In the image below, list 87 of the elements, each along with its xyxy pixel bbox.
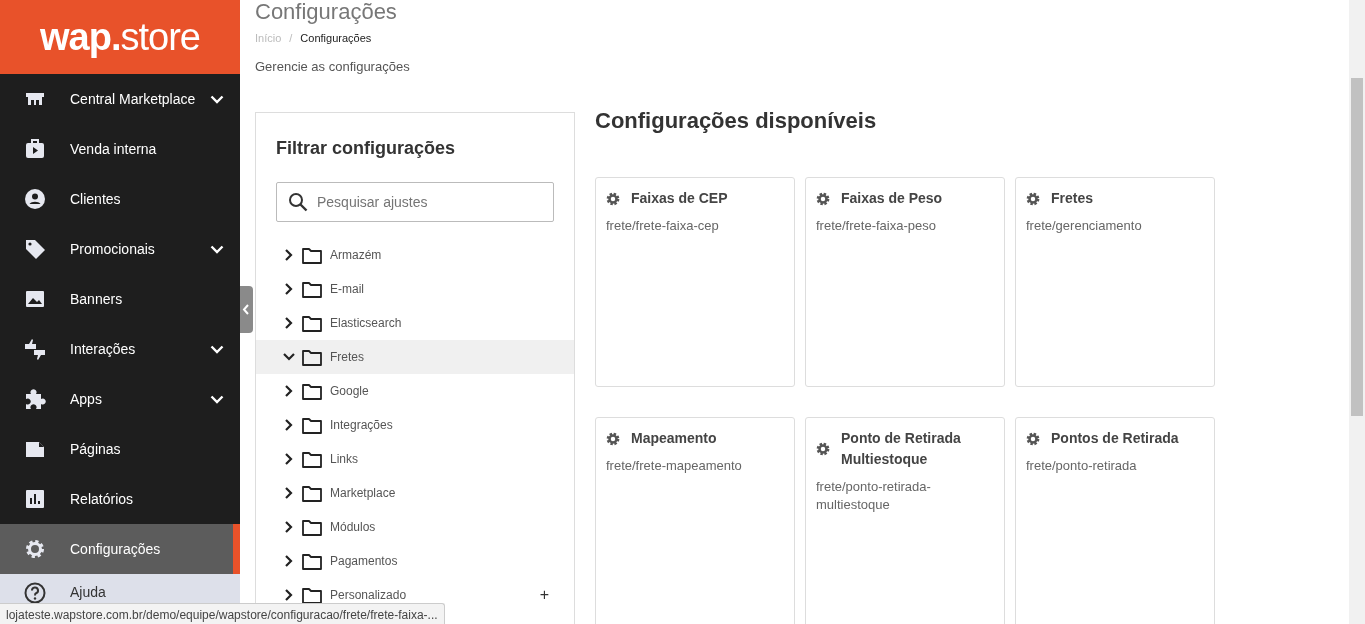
gear-icon <box>606 431 620 446</box>
folder-icon <box>302 348 322 366</box>
chevron-right-icon <box>285 521 293 533</box>
tag-icon <box>24 238 46 260</box>
sidebar-item[interactable]: Promocionais <box>0 224 240 274</box>
tree-item[interactable]: Pagamentos <box>256 544 574 578</box>
sidebar-item[interactable]: Configurações <box>0 524 240 574</box>
tree-item[interactable]: Fretes <box>256 340 574 374</box>
config-card[interactable]: Mapeamento frete/frete-mapeamento <box>595 417 795 624</box>
breadcrumb-separator: / <box>289 31 293 46</box>
tree-item[interactable]: Elasticsearch <box>256 306 574 340</box>
sidebar-item[interactable]: Apps <box>0 374 240 424</box>
breadcrumb-current: Configurações <box>300 31 372 46</box>
folder-icon <box>302 382 322 400</box>
chevron-right-icon <box>285 487 293 499</box>
add-button[interactable]: + <box>539 583 549 607</box>
sidebar-item[interactable]: Clientes <box>0 174 240 224</box>
chart-icon <box>24 488 46 510</box>
config-card[interactable]: Faixas de CEP frete/frete-faixa-cep <box>595 177 795 387</box>
chevron-right-icon <box>285 283 293 295</box>
logo: wap.store <box>40 14 200 60</box>
card-path: frete/frete-mapeamento <box>606 457 743 475</box>
gear-icon <box>816 191 830 206</box>
sidebar-item[interactable]: Central Marketplace <box>0 74 240 124</box>
thumbs-icon <box>24 338 46 360</box>
chevron-right-icon <box>285 555 293 567</box>
url-status-tooltip: lojateste.wapstore.com.br/demo/equipe/wapstore/configuracao/frete/frete-faixa-... <box>0 603 445 624</box>
chevron-down-icon <box>283 353 295 361</box>
page-subtitle: Gerencie as configurações <box>255 57 411 76</box>
gear-icon <box>1026 431 1040 446</box>
card-title: Faixas de CEP <box>631 189 728 208</box>
puzzle-icon <box>24 388 46 410</box>
card-title: Faixas de Peso <box>841 189 943 208</box>
chevron-right-icon <box>285 249 293 261</box>
tree-item[interactable]: Integrações <box>256 408 574 442</box>
tree-item[interactable]: E-mail <box>256 272 574 306</box>
folder-icon <box>302 416 322 434</box>
config-card[interactable]: Faixas de Peso frete/frete-faixa-peso <box>805 177 1005 387</box>
tree-item[interactable]: Marketplace <box>256 476 574 510</box>
folder-icon <box>302 450 322 468</box>
folder-icon <box>302 586 322 604</box>
folder-icon <box>302 246 322 264</box>
chevron-right-icon <box>285 419 293 431</box>
help-icon <box>24 582 46 604</box>
card-title: Fretes <box>1051 189 1094 208</box>
briefcase-play-icon <box>24 138 46 160</box>
chevron-right-icon <box>285 385 293 397</box>
card-path: frete/ponto-retirada <box>1026 457 1138 475</box>
config-card[interactable]: Fretes frete/gerenciamento <box>1015 177 1215 387</box>
gear-icon <box>1026 191 1040 206</box>
tree-item[interactable]: Google <box>256 374 574 408</box>
sidebar-item[interactable]: Banners <box>0 274 240 324</box>
folder-icon <box>302 518 322 536</box>
card-title: Mapeamento <box>631 429 717 448</box>
sidebar-item[interactable]: Venda interna <box>0 124 240 174</box>
scrollbar[interactable] <box>1349 0 1365 624</box>
chevron-right-icon <box>285 453 293 465</box>
tree-item[interactable]: Módulos <box>256 510 574 544</box>
gear-icon <box>816 442 830 456</box>
config-card[interactable]: Pontos de Retirada frete/ponto-retirada <box>1015 417 1215 624</box>
section-title: Configurações disponíveis <box>595 107 878 135</box>
filter-title: Filtrar configurações <box>275 137 457 160</box>
sidebar-item[interactable]: Relatórios <box>0 474 240 524</box>
collapse-handle[interactable] <box>240 286 253 333</box>
tree-item[interactable]: Links <box>256 442 574 476</box>
card-path: frete/frete-faixa-cep <box>606 217 720 235</box>
chevron-right-icon <box>285 317 293 329</box>
card-title: Pontos de Retirada <box>1051 429 1179 448</box>
page-title: Configurações <box>255 0 398 26</box>
folder-icon <box>302 484 322 502</box>
card-path: frete/ponto-retirada-multiestoque <box>816 478 932 514</box>
card-path: frete/gerenciamento <box>1026 217 1143 235</box>
chevron-right-icon <box>285 589 293 601</box>
gear-icon <box>606 191 620 206</box>
config-card[interactable]: Ponto de Retirada Multiestoque frete/ponto-retirada-multiestoque <box>805 417 1005 624</box>
tree-item[interactable]: Armazém <box>256 238 574 272</box>
search-field[interactable]: Pesquisar ajustes <box>276 182 554 222</box>
card-path: frete/frete-faixa-peso <box>816 217 937 235</box>
sidebar-item[interactable]: Páginas <box>0 424 240 474</box>
sidebar-item[interactable]: Interações <box>0 324 240 374</box>
gear-icon <box>24 538 46 560</box>
card-title: Ponto de Retirada Multiestoque <box>841 429 962 469</box>
folder-icon <box>302 552 322 570</box>
folder-icon <box>302 314 322 332</box>
user-icon <box>24 188 46 210</box>
folder-icon <box>302 280 322 298</box>
image-icon <box>24 288 46 310</box>
